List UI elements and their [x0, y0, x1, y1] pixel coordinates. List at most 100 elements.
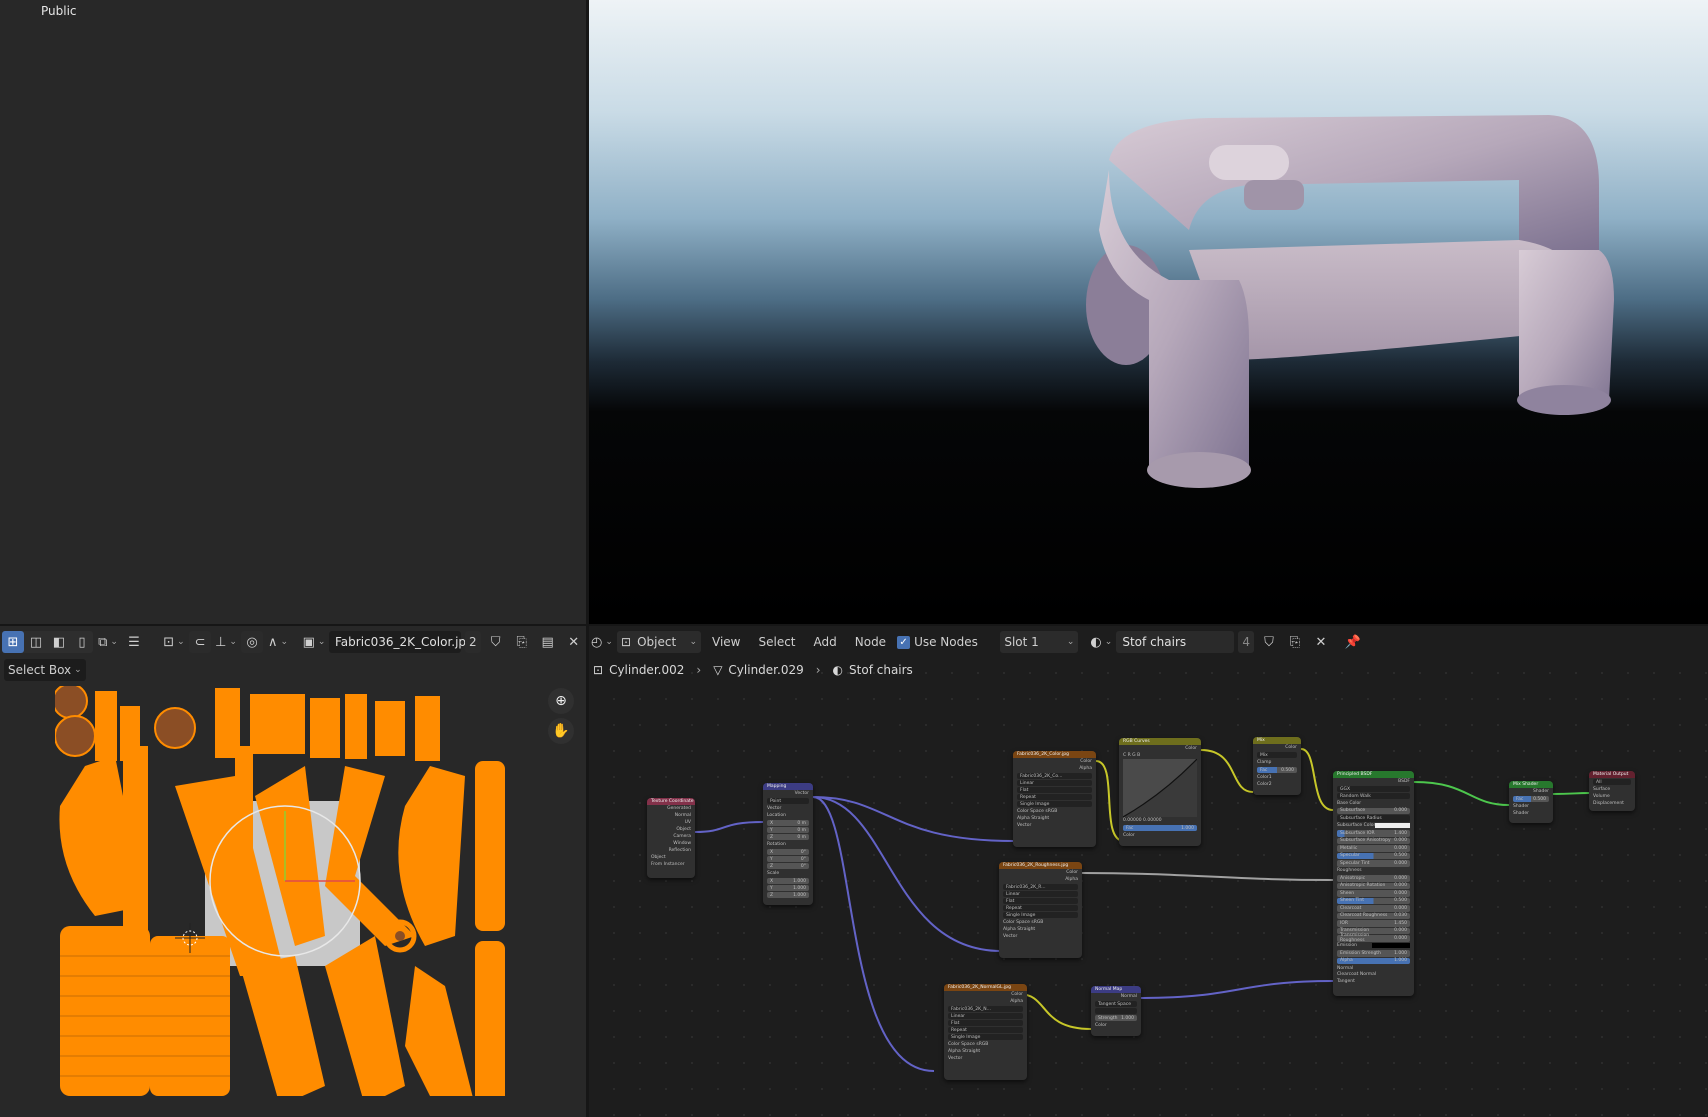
socket-object[interactable]: Object — [647, 826, 695, 833]
bsdf-input-row[interactable]: Metallic 0.000 — [1337, 845, 1410, 852]
source-dropdown[interactable]: Single Image — [1017, 801, 1092, 807]
curve-graph[interactable] — [1123, 759, 1197, 817]
location-z[interactable]: Z0 m — [767, 834, 809, 840]
bsdf-input-row[interactable]: Emission — [1333, 943, 1414, 950]
node-material-output[interactable]: Material Output All Surface Volume Displ… — [1589, 771, 1635, 811]
color-space-row[interactable]: Color Space sRGB — [999, 919, 1082, 926]
alpha-mode-row[interactable]: Alpha Straight — [1013, 815, 1096, 822]
projection-dropdown[interactable]: Flat — [1003, 898, 1078, 904]
clamp-checkbox[interactable]: Clamp — [1253, 759, 1301, 766]
fake-user-shield-icon[interactable]: ⛉ — [485, 631, 507, 653]
extension-dropdown[interactable]: Repeat — [1003, 905, 1078, 911]
socket-alpha-out[interactable]: Alpha — [944, 998, 1027, 1005]
use-nodes-checkbox[interactable]: ✓ Use Nodes — [897, 635, 978, 649]
bsdf-input-row[interactable]: Anisotropic Rotation 0.000 — [1337, 882, 1410, 889]
uv-layout[interactable] — [55, 686, 575, 1096]
socket-normal[interactable]: Normal — [647, 812, 695, 819]
bsdf-input-row[interactable]: Sheen Tint 0.500 — [1337, 897, 1410, 904]
socket-vector-in[interactable]: Vector — [1013, 822, 1096, 829]
color-space-row[interactable]: Color Space sRGB — [1013, 808, 1096, 815]
bsdf-input-row[interactable]: Tangent — [1333, 978, 1414, 985]
object-mode-dropdown[interactable]: ⊡ Object ⌄ — [617, 631, 701, 653]
location-y[interactable]: Y0 m — [767, 827, 809, 833]
color-swatch[interactable] — [1372, 943, 1410, 949]
unlink-material-icon[interactable]: ✕ — [1310, 631, 1332, 653]
material-browse-icon[interactable]: ◐ ⌄ — [1090, 631, 1112, 653]
blend-mode-dropdown[interactable]: Mix — [1257, 752, 1297, 758]
strength-slider[interactable]: Strength 1.000 — [1095, 1015, 1137, 1021]
snap-increment-icon[interactable]: ⊥ ⌄ — [215, 631, 237, 653]
node-texture-coordinate[interactable]: Texture Coordinate Generated Normal UV O… — [647, 798, 695, 878]
socket-color-out[interactable]: Color — [944, 991, 1027, 998]
object-field[interactable]: Object — [647, 854, 695, 861]
menu-view[interactable]: View — [705, 635, 747, 649]
scale-y[interactable]: Y 1.000 — [767, 885, 809, 891]
socket-volume[interactable]: Volume — [1589, 793, 1635, 800]
interpolation-dropdown[interactable]: Linear — [948, 1013, 1023, 1019]
fake-user-shield-icon[interactable]: ⛉ — [1258, 631, 1280, 653]
bsdf-input-row[interactable]: Anisotropic 0.000 — [1337, 875, 1410, 882]
location-x[interactable]: X0 m — [767, 820, 809, 826]
bsdf-input-row[interactable]: Clearcoat Roughness 0.030 — [1337, 912, 1410, 919]
image-selector[interactable]: Fabric036_2K_R... — [1003, 884, 1078, 890]
bsdf-input-row[interactable]: Subsurface Color — [1333, 823, 1414, 830]
socket-color-in[interactable]: Color — [1119, 832, 1201, 839]
source-dropdown[interactable]: Single Image — [1003, 912, 1078, 918]
extension-dropdown[interactable]: Repeat — [1017, 794, 1092, 800]
menu-node[interactable]: Node — [848, 635, 893, 649]
interpolation-dropdown[interactable]: Linear — [1017, 780, 1092, 786]
socket-alpha-out[interactable]: Alpha — [1013, 765, 1096, 772]
curve-point-values[interactable]: 0.00000 0.00000 — [1119, 817, 1201, 824]
rotation-z[interactable]: Z 0° — [767, 863, 809, 869]
node-principled-bsdf[interactable]: Principled BSDF BSDF GGX Random Walk Bas… — [1333, 771, 1414, 996]
socket-color-out[interactable]: Color — [1119, 745, 1201, 752]
subsurface-method-dropdown[interactable]: Random Walk — [1337, 793, 1410, 799]
socket-vector-in[interactable]: Vector — [763, 805, 813, 812]
falloff-icon[interactable]: ∧ ⌄ — [267, 631, 289, 653]
image-selector[interactable]: Fabric036_2K_Co... — [1017, 773, 1092, 779]
socket-color-out[interactable]: Color — [999, 869, 1082, 876]
extension-dropdown[interactable]: Repeat — [948, 1027, 1023, 1033]
public-folder-label[interactable]: Public — [41, 4, 77, 18]
bsdf-input-row[interactable]: Subsurface IOR 1.400 — [1337, 830, 1410, 837]
bsdf-input-row[interactable]: Specular Tint 0.000 — [1337, 860, 1410, 867]
fac-slider[interactable]: Fac 0.500 — [1257, 767, 1297, 773]
bsdf-input-row[interactable]: Clearcoat 0.000 — [1337, 905, 1410, 912]
bsdf-input-row[interactable]: Transmission Roughness 0.000 — [1337, 933, 1410, 943]
node-normal-map[interactable]: Normal Map Normal Tangent Space Strength… — [1091, 986, 1141, 1036]
open-image-icon[interactable]: ▤ — [537, 631, 559, 653]
socket-camera[interactable]: Camera — [647, 833, 695, 840]
scale-x[interactable]: X 1.000 — [767, 878, 809, 884]
breadcrumb-mesh[interactable]: ▽ Cylinder.029 — [713, 663, 804, 677]
scale-z[interactable]: Z 1.000 — [767, 892, 809, 898]
projection-dropdown[interactable]: Flat — [948, 1020, 1023, 1026]
color-space-row[interactable]: Color Space sRGB — [944, 1041, 1027, 1048]
node-image-texture-roughness[interactable]: Fabric036_2K_Roughness.jpg Color Alpha F… — [999, 862, 1082, 958]
material-users-count[interactable]: 4 — [1238, 631, 1254, 653]
bsdf-input-row[interactable]: Subsurface Radius — [1337, 815, 1410, 822]
breadcrumb-material[interactable]: ◐ Stof chairs — [833, 663, 913, 677]
distribution-dropdown[interactable]: GGX — [1337, 786, 1410, 792]
select-mode-face-icon[interactable]: ◧ — [48, 631, 70, 653]
socket-shader-out[interactable]: Shader — [1509, 788, 1553, 795]
sticky-select-icon[interactable]: ⧉ ⌄ — [97, 631, 119, 653]
socket-displacement[interactable]: Displacement — [1589, 800, 1635, 807]
bsdf-input-row[interactable]: Subsurface Anisotropy 0.000 — [1337, 837, 1410, 844]
uv-editor[interactable]: ⊞ ◫ ◧ ▯ ⧉ ⌄ ☰ ⊡ ⌄ ⊂ ⊥ ⌄ ◎ ∧ ⌄ ▣ ⌄ Fabric036_2… — [0, 626, 586, 1117]
alpha-mode-row[interactable]: Alpha Straight — [999, 926, 1082, 933]
image-selector[interactable]: Fabric036_2K_N... — [948, 1006, 1023, 1012]
socket-vector-in[interactable]: Vector — [944, 1055, 1027, 1062]
space-dropdown[interactable]: Tangent Space — [1095, 1001, 1137, 1007]
socket-color-out[interactable]: Color — [1253, 744, 1301, 751]
alpha-mode-row[interactable]: Alpha Straight — [944, 1048, 1027, 1055]
socket-alpha-out[interactable]: Alpha — [999, 876, 1082, 883]
socket-normal-out[interactable]: Normal — [1091, 993, 1141, 1000]
node-image-texture-normal[interactable]: Fabric036_2K_NormalGL.jpg Color Alpha Fa… — [944, 984, 1027, 1080]
socket-uv[interactable]: UV — [647, 819, 695, 826]
select-mode-vertex-icon[interactable]: ⊞ — [2, 631, 24, 653]
bsdf-input-row[interactable]: Base Color — [1333, 800, 1414, 807]
bsdf-input-row[interactable]: Emission Strength 1.000 — [1337, 950, 1410, 957]
fac-slider[interactable]: Fac 0.500 — [1513, 796, 1549, 802]
target-dropdown[interactable]: All — [1593, 779, 1631, 785]
node-mapping[interactable]: Mapping Vector Point Vector Location X0 … — [763, 783, 813, 905]
